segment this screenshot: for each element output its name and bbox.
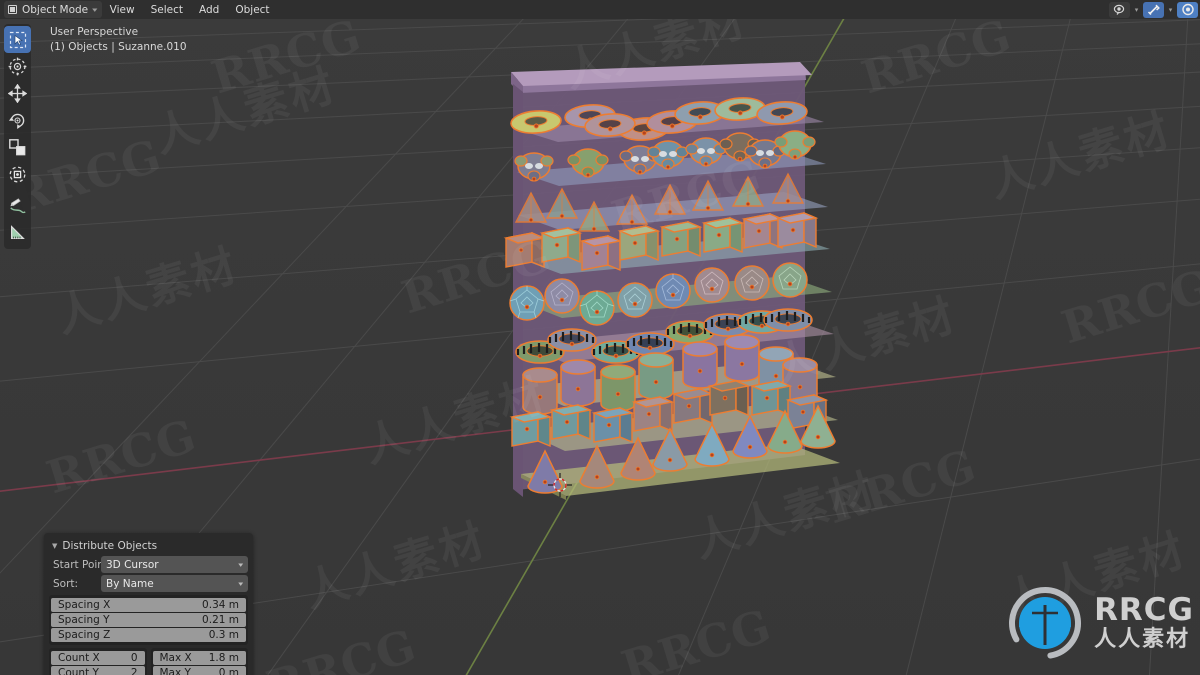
- annotate-tool[interactable]: [4, 193, 31, 220]
- max-x-field[interactable]: Max X 1.8 m: [152, 651, 246, 665]
- rotate-icon: [8, 113, 25, 129]
- max-y-value: 0 m: [218, 667, 239, 675]
- ruler-angle-icon: [11, 225, 25, 239]
- spacing-y-value: 0.21 m: [202, 614, 239, 626]
- logo-brand-cn: 人人素材: [1094, 627, 1191, 652]
- chevron-down-icon: ▾: [92, 5, 98, 14]
- eye-icon: [1113, 4, 1124, 15]
- triangle-down-icon: ▼: [52, 541, 58, 550]
- menu-select[interactable]: Select: [143, 0, 191, 19]
- max-y-label: Max Y: [159, 667, 191, 675]
- count-y-label: Count Y: [58, 667, 99, 675]
- mode-selector-dropdown[interactable]: Object Mode ▾: [4, 1, 102, 18]
- measure-tool[interactable]: [4, 220, 31, 247]
- panel-title: Distribute Objects: [62, 539, 158, 552]
- spacing-x-value: 0.34 m: [202, 599, 239, 611]
- start-point-row: Start Point: 3D Cursor ▾: [49, 556, 248, 573]
- max-y-field[interactable]: Max Y 0 m: [152, 666, 246, 675]
- max-x-label: Max X: [159, 652, 192, 664]
- count-y-field[interactable]: Count Y 2: [51, 666, 145, 675]
- count-x-value: 0: [130, 652, 138, 664]
- max-x-value: 1.8 m: [208, 652, 239, 664]
- count-x-label: Count X: [58, 652, 100, 664]
- scale-tool[interactable]: [4, 134, 31, 161]
- spacing-z-slider[interactable]: Spacing Z 0.3 m: [51, 628, 246, 642]
- mode-label: Object Mode: [22, 3, 89, 16]
- chevron-down-icon-snap[interactable]: ▾: [1166, 2, 1175, 18]
- select-box-icon: [9, 31, 26, 48]
- transform-icon: [9, 166, 26, 183]
- viewport-header: Object Mode ▾ View Select Add Object ▾ ▾: [0, 0, 1200, 19]
- count-y-value: 2: [130, 667, 138, 675]
- pencil-icon: [10, 198, 26, 214]
- start-point-label: Start Point:: [53, 558, 112, 571]
- spacing-z-label: Spacing Z: [58, 629, 111, 641]
- sort-label: Sort:: [53, 577, 79, 590]
- menu-object[interactable]: Object: [227, 0, 277, 19]
- start-point-value: 3D Cursor: [106, 558, 159, 571]
- logo-brand: RRCG: [1094, 592, 1194, 628]
- spacing-y-label: Spacing Y: [58, 614, 110, 626]
- magnet-icon: [1147, 4, 1160, 15]
- blender-window: User Perspective (1) Objects | Suzanne.0…: [0, 0, 1200, 675]
- cursor-tool[interactable]: [4, 53, 31, 80]
- max-group: Max X 1.8 m Max Y 0 m: [150, 648, 248, 675]
- chevron-down-icon-visibility[interactable]: ▾: [1132, 2, 1141, 18]
- viewport-toolbar: [4, 24, 31, 249]
- sort-dropdown[interactable]: By Name ▾: [101, 575, 248, 592]
- rotate-tool[interactable]: [4, 107, 31, 134]
- cursor-icon: [8, 57, 27, 76]
- sort-row: Sort: By Name ▾: [49, 575, 248, 592]
- proportional-edit-icon[interactable]: [1177, 1, 1198, 18]
- spacing-x-slider[interactable]: Spacing X 0.34 m: [51, 598, 246, 612]
- chevron-down-icon-start-point: ▾: [238, 560, 244, 569]
- menu-view[interactable]: View: [102, 0, 143, 19]
- object-stack: [503, 62, 840, 500]
- distribute-objects-panel[interactable]: ▼ Distribute Objects Start Point: 3D Cur…: [44, 533, 253, 675]
- circle-dot-icon: [1181, 3, 1194, 16]
- move-arrows-icon: [8, 84, 27, 103]
- spacing-group: Spacing X 0.34 m Spacing Y 0.21 m Spacin…: [49, 595, 248, 645]
- count-group: Count X 0 Count Y 2: [49, 648, 147, 675]
- header-right-tools: ▾ ▾: [1109, 0, 1198, 19]
- sort-value: By Name: [106, 577, 154, 590]
- visibility-icon[interactable]: [1109, 1, 1130, 18]
- rrcg-logo: RRCG 人人素材: [1005, 583, 1194, 663]
- snap-magnet-icon[interactable]: [1143, 1, 1164, 18]
- chevron-down-icon-sort: ▾: [238, 579, 244, 588]
- panel-header[interactable]: ▼ Distribute Objects: [49, 537, 248, 554]
- menu-add[interactable]: Add: [191, 0, 227, 19]
- start-point-dropdown[interactable]: 3D Cursor ▾: [101, 556, 248, 573]
- object-mode-icon: [8, 5, 17, 14]
- move-tool[interactable]: [4, 80, 31, 107]
- spacing-x-label: Spacing X: [58, 599, 111, 611]
- count-x-field[interactable]: Count X 0: [51, 651, 145, 665]
- spacing-z-value: 0.3 m: [208, 629, 239, 641]
- transform-tool[interactable]: [4, 161, 31, 188]
- logo-text: RRCG 人人素材: [1094, 595, 1194, 651]
- tweak-select-box-tool[interactable]: [4, 26, 31, 53]
- count-max-row: Count X 0 Count Y 2 Max X 1.8 m Max Y 0 …: [49, 648, 248, 675]
- rrcg-mark-icon: [1009, 587, 1082, 659]
- scale-icon: [9, 139, 26, 156]
- spacing-y-slider[interactable]: Spacing Y 0.21 m: [51, 613, 246, 627]
